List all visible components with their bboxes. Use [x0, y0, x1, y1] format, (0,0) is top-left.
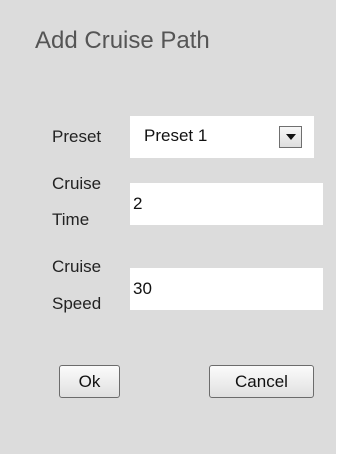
cruise-time-label-line1: Cruise [52, 174, 102, 193]
ok-button[interactable]: Ok [59, 365, 120, 398]
cruise-speed-label-line2: Speed [52, 294, 102, 313]
dialog-title: Add Cruise Path [35, 27, 210, 54]
cruise-speed-input[interactable]: 30 [130, 268, 323, 310]
preset-label: Preset [52, 127, 102, 146]
cancel-button[interactable]: Cancel [209, 365, 314, 398]
add-cruise-path-dialog: Add Cruise Path Preset Preset 1 Cruise T… [0, 0, 336, 454]
chevron-down-icon[interactable] [279, 126, 302, 148]
preset-selected-value: Preset 1 [144, 126, 208, 145]
preset-select[interactable]: Preset 1 [130, 116, 314, 158]
cruise-time-label-line2: Time [52, 210, 90, 229]
cruise-speed-label-line1: Cruise [52, 257, 102, 276]
cruise-time-input[interactable]: 2 [130, 183, 323, 225]
background-area [336, 0, 352, 454]
